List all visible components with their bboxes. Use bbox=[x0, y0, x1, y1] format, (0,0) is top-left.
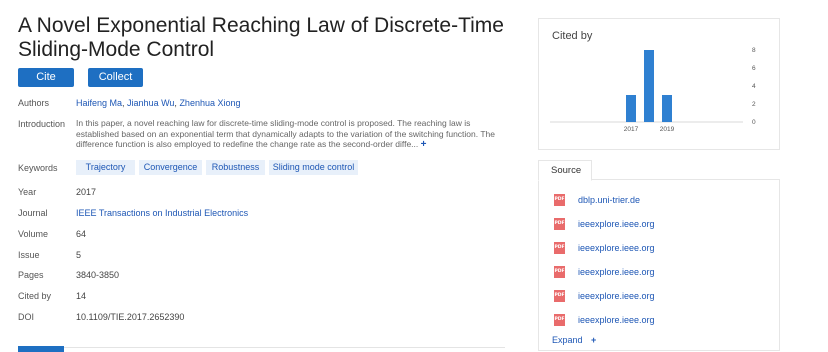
section-divider bbox=[18, 347, 505, 348]
issue-value: 5 bbox=[76, 250, 82, 260]
introduction-label: Introduction bbox=[18, 119, 66, 129]
year-value: 2017 bbox=[76, 187, 97, 197]
tab-source-label: Source bbox=[551, 165, 582, 176]
chart-bar[interactable] bbox=[662, 95, 672, 122]
authors-list: Haifeng Ma, Jianhua Wu, Zhenhua Xiong bbox=[76, 98, 241, 108]
active-tab-indicator bbox=[18, 346, 64, 352]
paper-title: A Novel Exponential Reaching Law of Disc… bbox=[18, 14, 504, 61]
source-link[interactable]: dblp.uni-trier.de bbox=[578, 194, 640, 206]
keyword-tag[interactable]: Convergence bbox=[139, 160, 202, 175]
keyword-tag[interactable]: Robustness bbox=[206, 160, 265, 175]
source-link[interactable]: ieeexplore.ieee.org bbox=[578, 290, 655, 302]
cited-by-chart: 0 2 4 6 8 2017 2019 bbox=[550, 47, 756, 133]
keywords-label: Keywords bbox=[18, 163, 58, 173]
expand-label: Expand bbox=[552, 335, 583, 345]
author-link[interactable]: Jianhua Wu bbox=[127, 98, 174, 108]
source-link[interactable]: ieeexplore.ieee.org bbox=[578, 218, 655, 230]
author-link[interactable]: Haifeng Ma bbox=[76, 98, 122, 108]
plus-icon: + bbox=[591, 335, 597, 345]
expand-abstract-button[interactable]: + bbox=[421, 139, 427, 150]
x-tick-label: 2019 bbox=[660, 126, 675, 133]
expand-sources-button[interactable]: Expand + bbox=[552, 335, 596, 345]
pdf-icon: PDF bbox=[554, 242, 565, 254]
pages-label: Pages bbox=[18, 270, 44, 280]
introduction-text: In this paper, a novel reaching law for … bbox=[76, 118, 508, 151]
issue-label: Issue bbox=[18, 250, 40, 260]
chart-bar[interactable] bbox=[626, 95, 636, 122]
doi-value: 10.1109/TIE.2017.2652390 bbox=[76, 312, 185, 322]
pdf-icon: PDF bbox=[554, 314, 565, 326]
source-panel bbox=[538, 179, 780, 351]
journal-link[interactable]: IEEE Transactions on Industrial Electron… bbox=[76, 208, 248, 218]
keyword-tag[interactable]: Sliding mode control bbox=[269, 160, 358, 175]
source-link[interactable]: ieeexplore.ieee.org bbox=[578, 242, 655, 254]
y-tick-label: 6 bbox=[752, 65, 756, 72]
author-link[interactable]: Zhenhua Xiong bbox=[179, 98, 240, 108]
y-tick-label: 4 bbox=[752, 83, 756, 90]
cited-by-value: 14 bbox=[76, 291, 87, 301]
source-link[interactable]: ieeexplore.ieee.org bbox=[578, 266, 655, 278]
pages-value: 3840-3850 bbox=[76, 270, 120, 280]
pdf-icon: PDF bbox=[554, 266, 565, 278]
year-label: Year bbox=[18, 187, 37, 197]
volume-value: 64 bbox=[76, 229, 87, 239]
cited-by-label: Cited by bbox=[18, 291, 52, 301]
source-link[interactable]: ieeexplore.ieee.org bbox=[578, 314, 655, 326]
y-tick-label: 2 bbox=[752, 101, 756, 108]
cite-button[interactable]: Cite bbox=[18, 68, 74, 87]
chart-bar[interactable] bbox=[644, 50, 654, 122]
keyword-tag[interactable]: Trajectory bbox=[76, 160, 135, 175]
y-tick-label: 8 bbox=[752, 47, 756, 54]
doi-label: DOI bbox=[18, 312, 35, 322]
volume-label: Volume bbox=[18, 229, 49, 239]
authors-label: Authors bbox=[18, 98, 50, 108]
journal-label: Journal bbox=[18, 208, 48, 218]
pdf-icon: PDF bbox=[554, 194, 565, 206]
pdf-icon: PDF bbox=[554, 218, 565, 230]
pdf-icon: PDF bbox=[554, 290, 565, 302]
y-tick-label: 0 bbox=[752, 119, 756, 126]
x-tick-label: 2017 bbox=[624, 126, 639, 133]
introduction-body: In this paper, a novel reaching law for … bbox=[76, 118, 495, 149]
collect-button[interactable]: Collect bbox=[88, 68, 143, 87]
